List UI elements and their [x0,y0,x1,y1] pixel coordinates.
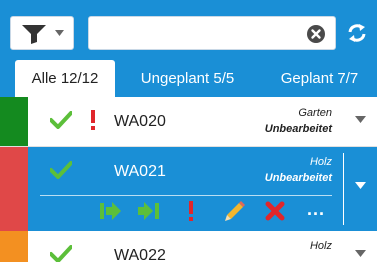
more-actions-button[interactable]: ... [307,199,325,220]
search-input[interactable] [95,21,295,45]
clear-circle-icon[interactable] [306,24,326,44]
list-item[interactable]: WA020 Garten Unbearbeitet [0,97,377,147]
search-box[interactable] [88,16,336,50]
top-toolbar: Alle 12/12 Ungeplant 5/5 Geplant 7/7 [0,0,377,97]
tab-unplanned[interactable]: Ungeplant 5/5 [130,60,245,97]
refresh-arrows-icon[interactable] [346,22,368,44]
exclamation-icon[interactable] [188,201,194,221]
order-status: Unbearbeitet [264,172,332,184]
tab-all[interactable]: Alle 12/12 [15,60,115,97]
skip-arrow-icon[interactable] [138,202,160,220]
delete-x-icon[interactable] [265,201,285,221]
chevron-down-icon[interactable] [355,116,366,123]
check-icon [50,161,72,179]
status-color-stripe [0,231,28,262]
order-code: WA020 [114,113,166,130]
order-status: Unbearbeitet [264,123,332,135]
chevron-down-icon[interactable] [355,182,366,189]
order-type: Holz [309,156,332,168]
order-type: Holz [309,240,332,252]
check-icon [50,111,72,129]
order-code: WA022 [114,247,166,262]
tab-bar: Alle 12/12 Ungeplant 5/5 Geplant 7/7 [0,60,377,97]
exclamation-icon [91,110,95,130]
divider [343,153,344,225]
divider [40,195,332,196]
tab-planned[interactable]: Geplant 7/7 [262,60,377,97]
pencil-icon[interactable] [224,200,246,222]
chevron-down-icon [55,30,64,36]
list-item[interactable]: WA022 Holz [0,231,377,262]
chevron-down-icon[interactable] [355,250,366,257]
funnel-icon [22,25,46,44]
status-color-stripe [0,147,28,231]
status-color-stripe [0,97,28,146]
list-item-selected[interactable]: WA021 Holz Unbearbeitet ... [0,147,377,231]
order-type: Garten [298,107,332,119]
filter-dropdown-button[interactable] [10,16,74,50]
check-icon [50,245,72,262]
order-code: WA021 [114,163,166,180]
start-arrow-icon[interactable] [100,202,122,220]
